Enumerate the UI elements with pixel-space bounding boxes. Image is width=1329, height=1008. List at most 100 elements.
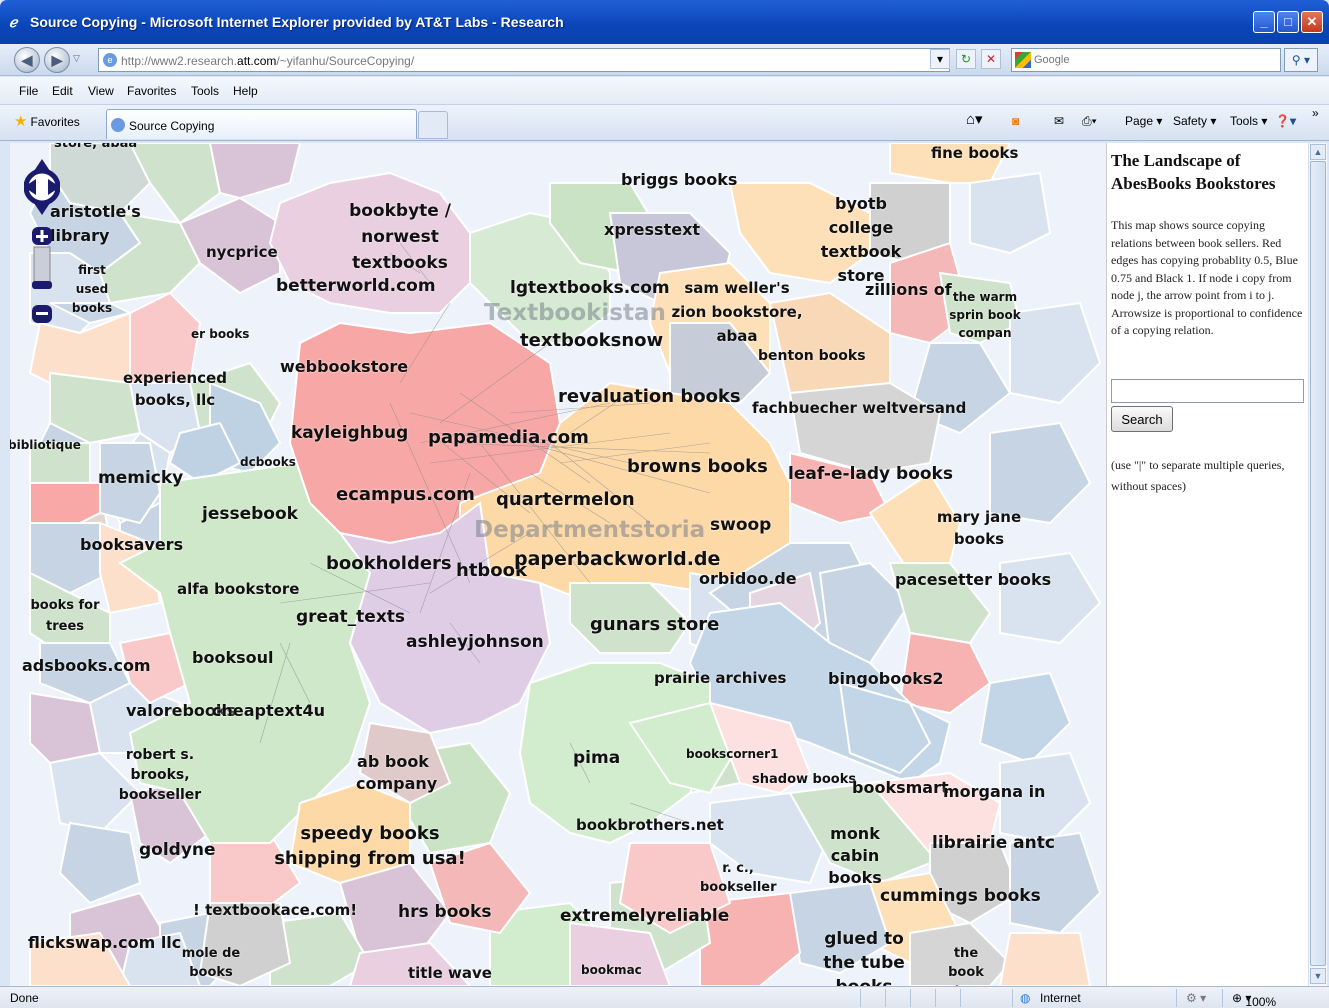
- menu-view[interactable]: View: [88, 84, 114, 98]
- map-label[interactable]: alfa bookstore: [177, 580, 299, 598]
- zoom-level[interactable]: ⊕ 100% ▾: [1232, 991, 1276, 1008]
- map-label[interactable]: ! textbookace.com!: [193, 901, 357, 919]
- search-button[interactable]: Search: [1111, 406, 1173, 432]
- menu-help[interactable]: Help: [233, 84, 258, 98]
- mail-icon[interactable]: ✉: [1054, 114, 1064, 128]
- map-label[interactable]: byotb college textbook store: [802, 192, 920, 288]
- map-label[interactable]: the warm sprin book compan: [940, 288, 1030, 342]
- map-label[interactable]: bingobooks2: [828, 669, 944, 688]
- map-label[interactable]: zillions of: [865, 280, 952, 299]
- map-zoom-control[interactable]: [23, 157, 61, 337]
- map-label[interactable]: morgana in: [943, 782, 1045, 801]
- home-icon[interactable]: ⌂▾: [966, 110, 983, 128]
- map-label[interactable]: sam weller's zion bookstore, abaa: [667, 276, 807, 348]
- map-label[interactable]: pacesetter books: [895, 570, 1051, 589]
- map-label[interactable]: swoop: [710, 515, 771, 536]
- map-label[interactable]: fine books: [931, 144, 1018, 162]
- safety-menu-button[interactable]: Safety ▾: [1173, 114, 1216, 128]
- maximize-button[interactable]: □: [1277, 11, 1299, 33]
- map-label[interactable]: memicky: [98, 468, 183, 489]
- map-label[interactable]: aristotle's library: [50, 200, 141, 248]
- map-label[interactable]: title wave: [408, 964, 492, 982]
- feeds-icon[interactable]: ◙: [1012, 114, 1019, 128]
- map-label[interactable]: adsbooks.com: [22, 656, 151, 675]
- map-label[interactable]: great_texts: [296, 607, 405, 628]
- stop-button[interactable]: ✕: [981, 49, 1001, 69]
- search-field[interactable]: [1111, 379, 1304, 403]
- map-label[interactable]: jessebook: [202, 504, 298, 525]
- map-label[interactable]: bookbrothers.net: [576, 816, 724, 834]
- map-label[interactable]: glued to the tube books: [812, 927, 916, 986]
- map-label[interactable]: mole de books: [180, 944, 242, 982]
- map-label[interactable]: experienced books, llc: [102, 367, 248, 411]
- map-label[interactable]: robert s. brooks, bookseller: [94, 745, 226, 805]
- map-label[interactable]: revaluation books: [558, 386, 741, 408]
- address-dropdown-button[interactable]: ▾: [930, 49, 950, 69]
- close-button[interactable]: ✕: [1301, 11, 1323, 33]
- back-button[interactable]: ◀: [14, 47, 40, 73]
- map-label[interactable]: bibliotique: [10, 438, 81, 453]
- tools-menu-button[interactable]: Tools ▾: [1230, 114, 1267, 128]
- new-tab-button[interactable]: [418, 111, 448, 139]
- map-label[interactable]: extremelyreliable: [560, 906, 729, 927]
- map-label[interactable]: cheaptext4u: [212, 701, 325, 720]
- map-label[interactable]: browns books: [627, 456, 768, 478]
- refresh-button[interactable]: ↻: [956, 49, 976, 69]
- map-label[interactable]: lgtextbooks.com: [510, 278, 670, 299]
- map-label[interactable]: fachbuecher weltversand: [752, 399, 966, 417]
- map-label[interactable]: shadow books: [752, 772, 856, 788]
- favorites-button[interactable]: ★ Favorites: [14, 112, 80, 130]
- map-label[interactable]: store, abaa: [54, 143, 137, 152]
- address-bar[interactable]: e http://www2.research.att.com/~yifanhu/…: [98, 48, 950, 72]
- map-label[interactable]: monk cabin books: [810, 823, 900, 889]
- help-icon[interactable]: ❓▾: [1275, 114, 1296, 128]
- map-label[interactable]: hrs books: [398, 902, 491, 923]
- map-label[interactable]: booksoul: [192, 648, 273, 667]
- scroll-down-icon[interactable]: ▼: [1310, 968, 1326, 984]
- map-label[interactable]: nycprice: [206, 243, 278, 261]
- map-label[interactable]: bookscorner1: [686, 747, 778, 762]
- map-label[interactable]: librairie antc: [932, 833, 1055, 854]
- search-box[interactable]: [1011, 48, 1281, 72]
- map-label[interactable]: dcbooks: [240, 455, 296, 470]
- map-label[interactable]: cummings books: [880, 886, 1041, 907]
- map-label[interactable]: speedy books shipping from usa!: [266, 821, 474, 871]
- map-label[interactable]: orbidoo.de: [699, 569, 797, 588]
- search-go-button[interactable]: ⚲ ▾: [1284, 48, 1318, 72]
- more-commands-icon[interactable]: »: [1312, 106, 1319, 120]
- menu-favorites[interactable]: Favorites: [127, 84, 176, 98]
- print-icon[interactable]: ⎙▾: [1082, 114, 1097, 129]
- map-label[interactable]: ecampus.com: [336, 484, 475, 506]
- map-label[interactable]: pima: [573, 748, 620, 769]
- map-label[interactable]: benton books: [758, 348, 866, 364]
- map-label[interactable]: textbooksnow: [520, 330, 663, 352]
- map-label[interactable]: leaf-e-lady books: [788, 464, 953, 485]
- minimize-button[interactable]: _: [1253, 11, 1275, 33]
- forward-button[interactable]: ▶: [44, 47, 70, 73]
- map-label[interactable]: booksavers: [80, 535, 183, 554]
- landscape-map[interactable]: Textbookistan Departmentstoria store, ab…: [10, 143, 1106, 986]
- protected-mode-icon[interactable]: ⚙ ▾: [1186, 991, 1206, 1005]
- map-label[interactable]: r. c., bookseller: [700, 859, 777, 897]
- menu-file[interactable]: File: [19, 84, 38, 98]
- tab-source-copying[interactable]: Source Copying: [106, 109, 417, 139]
- search-input[interactable]: [1034, 52, 1274, 68]
- history-dropdown-icon[interactable]: ▽: [73, 53, 80, 64]
- map-label[interactable]: flickswap.com llc: [28, 933, 181, 952]
- menu-tools[interactable]: Tools: [191, 84, 219, 98]
- map-label[interactable]: er books: [191, 327, 249, 342]
- map-label[interactable]: bookbyte / norwest textbooks: [314, 198, 486, 276]
- map-label[interactable]: xpresstext: [604, 220, 700, 239]
- map-label[interactable]: papamedia.com: [428, 427, 589, 449]
- map-label[interactable]: first used books: [62, 261, 122, 318]
- map-label[interactable]: the book store: [934, 944, 998, 986]
- page-menu-button[interactable]: Page ▾: [1125, 114, 1162, 128]
- menu-edit[interactable]: Edit: [52, 84, 73, 98]
- map-label[interactable]: paperbackworld.de: [514, 548, 720, 571]
- map-label[interactable]: mary jane books: [936, 506, 1022, 550]
- map-label[interactable]: bookholders: [326, 553, 452, 575]
- scroll-up-icon[interactable]: ▲: [1310, 144, 1326, 160]
- map-label[interactable]: goldyne: [139, 840, 216, 861]
- map-label[interactable]: betterworld.com: [276, 276, 436, 297]
- map-label[interactable]: quartermelon: [496, 489, 635, 511]
